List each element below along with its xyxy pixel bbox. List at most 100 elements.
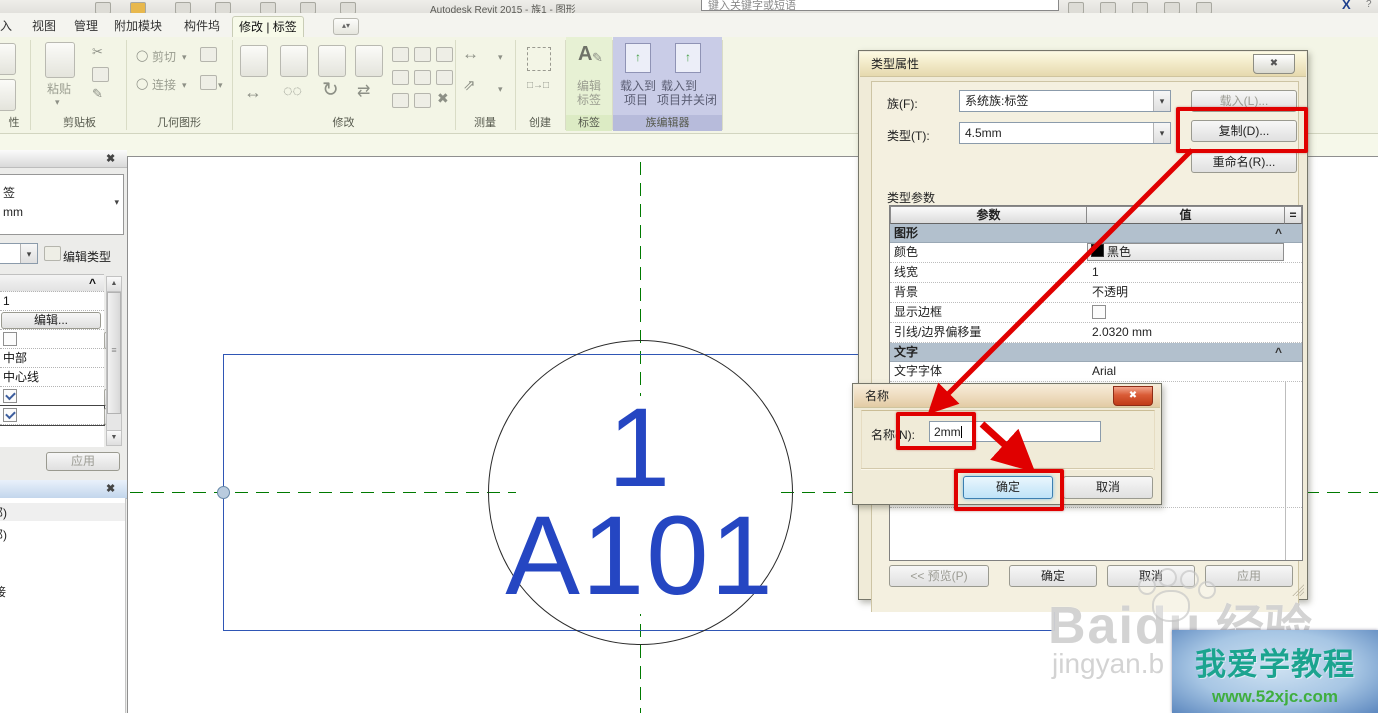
tree-item[interactable]: 部) [0,504,7,521]
property-visible-row[interactable] [0,406,104,425]
component-icon[interactable]: □→□ [527,79,549,93]
pin-icon[interactable] [436,47,453,62]
tab-manage[interactable]: 管理 [68,16,104,37]
table-row-leaderoffset[interactable]: 引线/边界偏移量2.0320 mm [890,323,1302,343]
solid-icon[interactable] [200,47,217,62]
copy-icon[interactable] [92,67,109,82]
close-icon[interactable]: ✖ [1253,54,1295,74]
group-icon[interactable] [527,47,551,71]
table-row-textfont[interactable]: 文字字体Arial [890,362,1302,382]
reference-handle[interactable] [217,486,230,499]
group-row-text[interactable]: 文字^ [890,343,1302,362]
property-lineweight-value[interactable]: 1 [0,292,104,311]
color-value-button[interactable]: 黑色 [1087,243,1284,261]
match-type-icon[interactable]: ✎ [92,87,103,101]
property-align-value[interactable]: 中心线 [0,368,104,387]
measure-dropdown-icon[interactable]: ▾ [498,50,503,64]
tree-item[interactable]: 部) [0,526,7,543]
type-selector[interactable]: 签 mm ▾ [0,174,124,235]
type-combo[interactable]: 4.5mm▾ [959,122,1171,144]
family-combo[interactable]: 系统族:标签▾ [959,90,1171,112]
ribbon-collapse-button[interactable]: ▴▾ [333,18,359,35]
edit-type-button[interactable]: 编辑类型 [63,248,111,265]
measure-angle-icon[interactable]: ⇗ [463,79,476,93]
load-into-project-close-icon[interactable]: ↑ [675,43,701,73]
delete-icon[interactable]: ✖ [437,91,449,105]
rename-button[interactable]: 重命名(R)... [1191,151,1297,173]
cancel-button[interactable]: 取消 [1063,476,1153,499]
measure-length-icon[interactable]: ↔ [462,47,479,61]
align-icon[interactable] [240,45,268,77]
close-icon[interactable]: ✖ [1113,386,1153,406]
tree-item[interactable]: 接 [0,583,6,600]
project-browser-header[interactable]: ✖ [0,480,127,499]
rotate-icon[interactable]: ↻ [322,83,339,97]
property-keepreadable-row[interactable] [0,387,104,406]
family-types-icon[interactable] [0,79,16,111]
properties-scrollbar[interactable]: ▲ ≡ ▼ [106,276,122,446]
edit-label-line2[interactable]: 标签 [577,91,601,108]
join-dropdown-icon[interactable]: ▾ [182,78,187,92]
table-row-background[interactable]: 背景不透明 [890,283,1302,303]
preview-button[interactable]: << 预览(P) [889,565,989,587]
apply-button[interactable]: 应用 [46,452,120,471]
checkbox-unchecked[interactable] [3,332,17,346]
table-row-showborder[interactable]: 显示边框 [890,303,1302,323]
trim-multi-icon[interactable] [414,93,431,108]
geometry-more-dropdown-icon[interactable]: ▾ [218,78,223,92]
project-browser-tree[interactable]: 部) 部) 接 [0,498,126,713]
tag-label-text[interactable]: A101 [440,500,840,612]
property-wrap-row[interactable] [0,330,104,349]
tag-label-number[interactable]: 1 [440,392,840,504]
scroll-down-icon[interactable]: ▼ [107,430,121,445]
mirror-icon[interactable]: ⇄ [357,85,370,99]
split-element-icon[interactable] [318,45,346,77]
apply-button[interactable]: 应用 [1205,565,1293,587]
load-project-line2[interactable]: 项目 [624,91,648,108]
checkbox-unchecked[interactable] [1092,305,1106,319]
table-row-lineweight[interactable]: 线宽1 [890,263,1302,283]
close-icon[interactable]: ✖ [106,482,115,495]
load-into-project-icon[interactable]: ↑ [625,43,651,73]
copy-element-icon[interactable]: ◌◌ [283,85,302,99]
checkbox-checked[interactable] [3,389,17,403]
trim-icon[interactable] [436,70,453,85]
column-header-value[interactable]: 值 [1086,206,1285,224]
scrollbar-thumb[interactable]: ≡ [107,292,121,414]
offset-icon[interactable] [392,47,409,62]
unpin-icon[interactable] [414,70,431,85]
scroll-up-icon[interactable]: ▲ [107,277,121,292]
help-icon[interactable]: ? [1366,0,1372,10]
dimension-dropdown-icon[interactable]: ▾ [498,82,503,96]
type-selector-dropdown-icon[interactable]: ▾ [114,197,119,208]
close-icon[interactable]: ✖ [106,152,115,165]
ok-button[interactable]: 确定 [1009,565,1097,587]
edit-label-icon[interactable]: A [578,43,592,66]
properties-palette-header[interactable]: ✖ [0,150,127,168]
array-icon[interactable] [414,47,431,62]
trim-corner-icon[interactable] [392,93,409,108]
search-filter-combo[interactable]: ▾ [0,243,38,264]
paste-icon[interactable] [45,42,75,78]
geometry-cut-label[interactable]: 剪切 [152,48,176,65]
demolish-icon[interactable] [200,75,217,90]
tab-view[interactable]: 视图 [26,16,62,37]
cut-icon[interactable]: ✂ [92,45,103,59]
table-row-color[interactable]: 颜色 黑色 [890,243,1302,263]
tab-modify-label[interactable]: 修改 | 标签 [232,16,304,38]
properties-icon[interactable] [0,43,16,75]
cope-icon[interactable] [280,45,308,77]
properties-group-header[interactable]: ^ [0,275,104,292]
property-valign-value[interactable]: 中部 [0,349,104,368]
tab-cworks[interactable]: 构件坞 [178,16,226,37]
edit-label-value-button[interactable]: 编辑... [1,312,101,329]
paste-dropdown-icon[interactable]: ▾ [55,95,60,109]
load-close-line2[interactable]: 项目并关闭 [657,91,717,108]
tab-insert[interactable]: 入 [0,16,18,37]
search-input[interactable]: 键入关键字或短语 [701,0,1059,11]
move-icon[interactable]: ↔ [244,85,262,99]
cut-dropdown-icon[interactable]: ▾ [182,50,187,64]
column-header-eq[interactable]: = [1284,206,1302,224]
tab-addins[interactable]: 附加模块 [108,16,168,37]
collapse-icon[interactable]: ^ [89,275,96,292]
